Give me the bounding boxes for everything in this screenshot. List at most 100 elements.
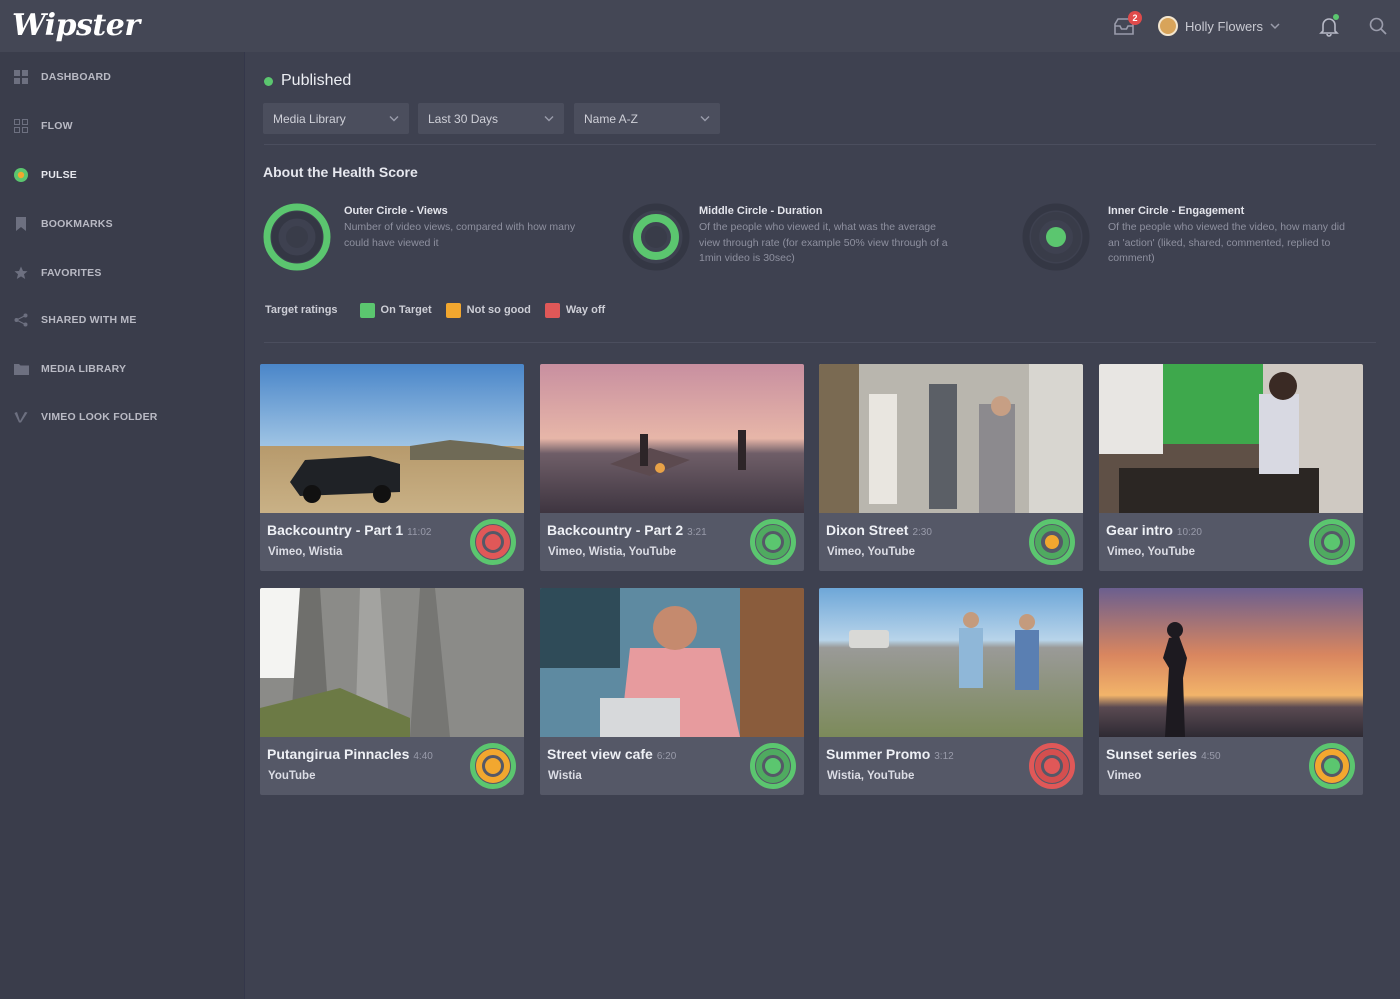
target-ratings-legend: Target ratings On Target Not so good Way… xyxy=(265,302,619,318)
video-title[interactable]: Backcountry - Part 1 11:02 xyxy=(267,522,431,538)
video-title[interactable]: Street view cafe 6:20 xyxy=(547,746,676,762)
rating-label: On Target xyxy=(380,304,432,316)
video-card[interactable]: Street view cafe 6:20 Wistia xyxy=(540,588,804,795)
sidebar-item-label: PULSE xyxy=(41,169,78,181)
video-card[interactable]: Summer Promo 3:12 Wistia, YouTube xyxy=(819,588,1083,795)
video-info: Summer Promo 3:12 Wistia, YouTube xyxy=(819,737,1083,795)
rating-swatch xyxy=(544,302,560,318)
health-score-icon[interactable] xyxy=(1029,743,1075,789)
rating-swatch xyxy=(445,302,461,318)
notifications-button[interactable] xyxy=(1318,0,1340,52)
chevron-down-icon xyxy=(700,116,710,122)
video-title[interactable]: Gear intro 10:20 xyxy=(1106,522,1202,538)
outer-circle-icon xyxy=(263,203,331,271)
chevron-down-icon xyxy=(389,116,399,122)
inbox-button[interactable]: 2 xyxy=(1112,0,1142,52)
user-menu[interactable]: Holly Flowers xyxy=(1158,0,1280,52)
health-score-icon[interactable] xyxy=(1309,519,1355,565)
target-ratings-label: Target ratings xyxy=(265,304,338,316)
video-platforms: Wistia xyxy=(548,770,582,782)
health-item-heading: Outer Circle - Views xyxy=(344,205,448,217)
avatar xyxy=(1158,16,1178,36)
sidebar: DASHBOARD FLOW PULSE BOOKMARKS FAVORITES… xyxy=(0,52,245,999)
video-platforms: Vimeo, Wistia xyxy=(268,546,343,558)
filter-dropdown-library[interactable]: Media Library xyxy=(263,103,409,134)
health-score-icon[interactable] xyxy=(1029,519,1075,565)
video-card[interactable]: Gear intro 10:20 Vimeo, YouTube xyxy=(1099,364,1363,571)
sidebar-item-label: VIMEO LOOK FOLDER xyxy=(41,411,158,423)
video-thumbnail[interactable] xyxy=(260,588,524,737)
sidebar-item-bookmarks[interactable]: BOOKMARKS xyxy=(0,209,245,239)
sidebar-item-dashboard[interactable]: DASHBOARD xyxy=(0,62,245,92)
video-thumbnail[interactable] xyxy=(540,364,804,513)
video-thumbnail[interactable] xyxy=(819,364,1083,513)
video-card[interactable]: Backcountry - Part 2 3:21 Vimeo, Wistia, … xyxy=(540,364,804,571)
sidebar-item-flow[interactable]: FLOW xyxy=(0,111,245,141)
video-title[interactable]: Summer Promo 3:12 xyxy=(826,746,954,762)
video-duration: 3:21 xyxy=(687,527,707,538)
video-title[interactable]: Dixon Street 2:30 xyxy=(826,522,932,538)
flow-icon xyxy=(13,118,29,134)
video-card[interactable]: Backcountry - Part 1 11:02 Vimeo, Wistia xyxy=(260,364,524,571)
main-content: Published Media Library Last 30 Days Nam… xyxy=(245,52,1400,999)
health-item-heading: Inner Circle - Engagement xyxy=(1108,205,1245,217)
video-thumbnail[interactable] xyxy=(260,364,524,513)
video-info: Gear intro 10:20 Vimeo, YouTube xyxy=(1099,513,1363,571)
health-item-description: Of the people who viewed the video, how … xyxy=(1108,221,1345,264)
video-thumbnail[interactable] xyxy=(1099,364,1363,513)
dropdown-label: Media Library xyxy=(273,111,346,126)
bookmark-icon xyxy=(13,216,29,232)
health-item-heading: Middle Circle - Duration xyxy=(699,205,823,217)
video-thumbnail[interactable] xyxy=(1099,588,1363,737)
rating-on-target: On Target xyxy=(359,302,432,318)
share-icon xyxy=(13,312,29,328)
sidebar-item-label: FLOW xyxy=(41,120,73,132)
sidebar-item-media-library[interactable]: MEDIA LIBRARY xyxy=(0,354,245,384)
video-title[interactable]: Backcountry - Part 2 3:21 xyxy=(547,522,707,538)
sidebar-item-label: FAVORITES xyxy=(41,267,102,279)
video-card[interactable]: Dixon Street 2:30 Vimeo, YouTube xyxy=(819,364,1083,571)
video-thumbnail[interactable] xyxy=(540,588,804,737)
video-platforms: Vimeo, Wistia, YouTube xyxy=(548,546,677,558)
video-duration: 4:50 xyxy=(1201,751,1221,762)
app-logo[interactable]: Wipster xyxy=(12,8,140,43)
notification-dot xyxy=(1333,14,1339,20)
search-button[interactable] xyxy=(1368,0,1388,52)
status-dot xyxy=(264,76,273,86)
video-duration: 2:30 xyxy=(912,527,932,538)
top-bar: Wipster 2 Holly Flowers xyxy=(0,0,1400,52)
video-info: Dixon Street 2:30 Vimeo, YouTube xyxy=(819,513,1083,571)
video-duration: 3:12 xyxy=(934,751,954,762)
video-info: Backcountry - Part 2 3:21 Vimeo, Wistia, … xyxy=(540,513,804,571)
sidebar-item-vimeo-look-folder[interactable]: VIMEO LOOK FOLDER xyxy=(0,402,245,432)
dashboard-grid-icon xyxy=(13,69,29,85)
filter-dropdown-date-range[interactable]: Last 30 Days xyxy=(418,103,564,134)
video-platforms: Vimeo, YouTube xyxy=(827,546,915,558)
inbox-count-badge: 2 xyxy=(1128,11,1142,25)
sidebar-item-pulse[interactable]: PULSE xyxy=(0,160,245,190)
sidebar-item-favorites[interactable]: FAVORITES xyxy=(0,258,245,288)
divider xyxy=(264,144,1376,145)
video-card[interactable]: Putangirua Pinnacles 4:40 YouTube xyxy=(260,588,524,795)
health-score-title: About the Health Score xyxy=(263,164,418,180)
sidebar-item-label: BOOKMARKS xyxy=(41,218,113,230)
sidebar-item-shared-with-me[interactable]: SHARED WITH ME xyxy=(0,305,245,335)
video-duration: 11:02 xyxy=(407,527,432,538)
video-card[interactable]: Sunset series 4:50 Vimeo xyxy=(1099,588,1363,795)
health-score-icon[interactable] xyxy=(750,519,796,565)
chevron-down-icon xyxy=(1270,23,1280,30)
health-score-icon[interactable] xyxy=(470,743,516,789)
video-platforms: YouTube xyxy=(268,770,316,782)
health-score-icon[interactable] xyxy=(750,743,796,789)
video-title[interactable]: Sunset series 4:50 xyxy=(1106,746,1221,762)
video-duration: 10:20 xyxy=(1176,527,1202,538)
filter-dropdown-sort[interactable]: Name A-Z xyxy=(574,103,720,134)
video-title[interactable]: Putangirua Pinnacles 4:40 xyxy=(267,746,433,762)
video-thumbnail[interactable] xyxy=(819,588,1083,737)
chevron-down-icon xyxy=(544,116,554,122)
health-score-icon[interactable] xyxy=(1309,743,1355,789)
divider xyxy=(264,342,1376,343)
status-label: Published xyxy=(281,72,352,89)
inner-circle-icon xyxy=(1022,203,1090,271)
health-score-icon[interactable] xyxy=(470,519,516,565)
